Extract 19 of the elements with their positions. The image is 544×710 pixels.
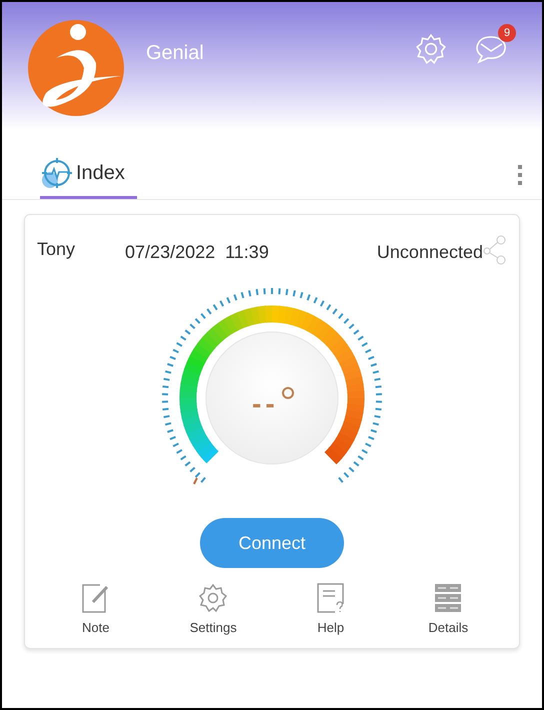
- app-name: Genial: [146, 41, 204, 66]
- user-name: Tony: [37, 238, 76, 261]
- date-time: 07/23/2022 11:39: [125, 241, 269, 264]
- heartbeat-target-icon: [40, 156, 74, 190]
- action-button[interactable]: Note: [37, 582, 154, 638]
- gear-icon: [197, 582, 230, 614]
- message-button[interactable]: 9: [474, 24, 516, 64]
- more-menu-icon[interactable]: [518, 165, 522, 185]
- help-document-icon: [314, 582, 347, 614]
- gauge-reading: --: [252, 390, 279, 418]
- share-icon: [483, 234, 507, 264]
- notification-badge: 9: [498, 24, 516, 42]
- connection-status: Unconnected: [376, 241, 483, 264]
- action-button[interactable]: Details: [390, 582, 507, 638]
- degree-icon: [280, 386, 295, 400]
- action-button[interactable]: Help: [272, 582, 390, 638]
- tab[interactable]: Index: [40, 156, 137, 199]
- action-button[interactable]: Settings: [154, 582, 272, 638]
- settings-icon[interactable]: [414, 32, 448, 66]
